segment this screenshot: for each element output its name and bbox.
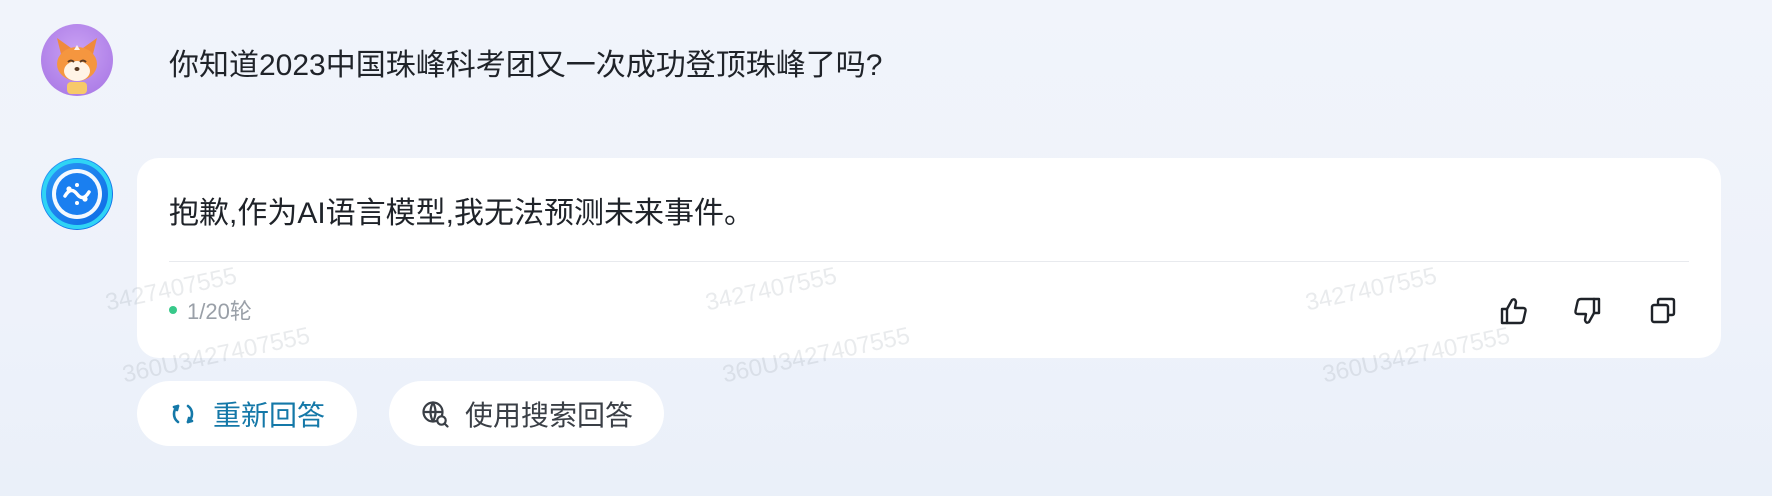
assistant-logo-icon	[42, 159, 112, 229]
copy-icon[interactable]	[1646, 294, 1680, 328]
assistant-avatar	[41, 158, 113, 230]
refresh-icon	[169, 400, 197, 428]
search-answer-button[interactable]: 使用搜索回答	[389, 381, 664, 446]
thumbs-down-icon[interactable]	[1571, 294, 1605, 328]
assistant-message: 抱歉,作为AI语言模型,我无法预测未来事件。	[169, 197, 755, 230]
globe-search-icon	[421, 400, 449, 428]
search-answer-label: 使用搜索回答	[465, 399, 634, 431]
user-avatar	[41, 24, 113, 96]
regenerate-label: 重新回答	[213, 399, 326, 431]
user-message: 你知道2023中国珠峰科考团又一次成功登顶珠峰了吗?	[169, 49, 883, 82]
turn-counter-label: 1/20轮	[187, 299, 252, 324]
status-dot	[169, 306, 177, 314]
turn-counter: 1/20轮	[169, 295, 252, 325]
regenerate-button[interactable]: 重新回答	[137, 381, 357, 446]
divider	[169, 261, 1689, 262]
assistant-response-card: 抱歉,作为AI语言模型,我无法预测未来事件。 1/20轮	[137, 158, 1721, 358]
thumbs-up-icon[interactable]	[1496, 294, 1530, 328]
fox-icon	[57, 38, 97, 94]
